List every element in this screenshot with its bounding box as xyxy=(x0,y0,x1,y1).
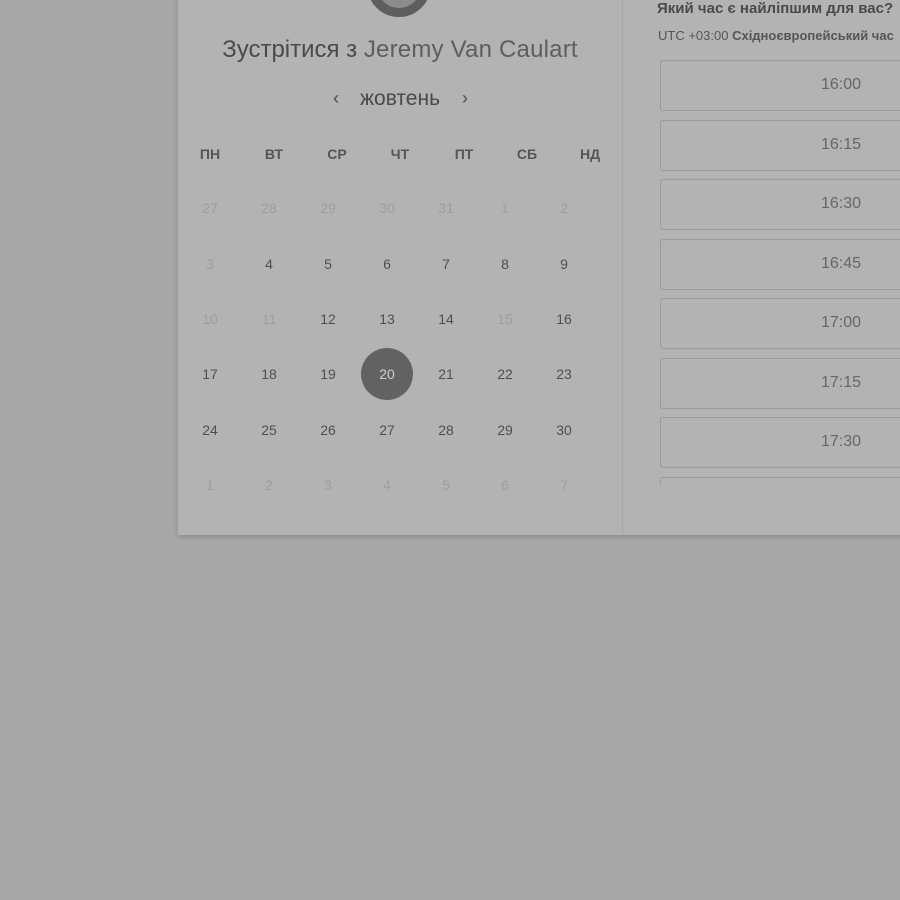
avatar xyxy=(367,0,431,17)
time-slot[interactable]: 17:45 xyxy=(660,476,900,485)
calendar-day[interactable]: 29 xyxy=(479,404,531,456)
calendar-day: 15 xyxy=(497,311,513,327)
title-prefix: Зустрітися з xyxy=(222,36,358,63)
month-label: жовтень xyxy=(359,87,441,110)
calendar-day[interactable]: 9 xyxy=(538,238,590,290)
time-slot-label: 16:45 xyxy=(820,254,862,272)
time-slot-label: 16:30 xyxy=(820,195,862,212)
calendar-day: 3 xyxy=(206,256,214,272)
time-slot-label: 17:00 xyxy=(820,314,862,331)
time-question: Який час є найліпшим для вас? xyxy=(657,0,894,17)
calendar-day[interactable]: 30 xyxy=(538,404,590,456)
calendar-day[interactable]: 23 xyxy=(538,348,590,400)
calendar-day: 3 xyxy=(324,477,332,493)
calendar-day: 31 xyxy=(438,200,454,216)
calendar-day[interactable]: 21 xyxy=(420,348,472,400)
calendar-day: 4 xyxy=(383,477,391,493)
calendar-day: 1 xyxy=(206,477,214,493)
calendar-day[interactable]: 25 xyxy=(243,404,295,456)
calendar-day: 11 xyxy=(261,311,277,327)
page-title: Зустрітися з Jeremy Van Caulart xyxy=(178,36,622,64)
time-slot[interactable]: 16:30 xyxy=(660,179,900,230)
calendar-day: 6 xyxy=(501,477,509,493)
weekday-label: ВТ xyxy=(264,146,284,162)
weekday-label: ЧТ xyxy=(390,146,410,162)
calendar-day[interactable]: 17 xyxy=(184,348,236,400)
timezone-offset: UTC +03:00 xyxy=(658,28,729,43)
chevron-right-icon[interactable]: › xyxy=(455,86,475,112)
time-slot[interactable]: 16:45 xyxy=(660,238,900,290)
calendar-day: 5 xyxy=(442,477,450,493)
calendar-day[interactable]: 14 xyxy=(420,293,472,345)
calendar-day[interactable]: 4 xyxy=(243,238,295,290)
timezone-label[interactable]: UTC +03:00 Східноєвропейський час xyxy=(658,28,894,43)
calendar-day-selected[interactable]: 20 xyxy=(361,348,413,400)
calendar-day: 7 xyxy=(560,477,568,493)
calendar-day: 29 xyxy=(320,200,336,216)
calendar-day[interactable]: 18 xyxy=(243,348,295,400)
weekday-label: ПТ xyxy=(454,146,474,162)
calendar-section: Зустрітися з Jeremy Van Caulart жовтень … xyxy=(178,0,622,535)
calendar-day: 30 xyxy=(379,200,395,216)
time-slot-list[interactable]: 16:00 16:15 16:30 16:45 17:00 17:15 17:30 17:45 xyxy=(660,60,900,485)
timezone-name: Східноєвропейський час xyxy=(732,28,894,43)
calendar-day[interactable]: 24 xyxy=(184,404,236,456)
weekday-label: СБ xyxy=(516,146,538,162)
calendar-day: 27 xyxy=(202,200,218,216)
calendar-day: 28 xyxy=(261,200,277,216)
calendar-day: 1 xyxy=(501,200,509,216)
time-slot-label: 16:00 xyxy=(820,76,862,93)
calendar-day[interactable]: 26 xyxy=(302,404,354,456)
time-section: Який час є найліпшим для вас? UTC +03:00… xyxy=(623,0,900,535)
calendar-day: 10 xyxy=(202,311,218,327)
calendar-day[interactable]: 13 xyxy=(361,293,413,345)
avatar-photo xyxy=(377,0,421,8)
time-slot[interactable]: 17:00 xyxy=(660,298,900,349)
time-slot-label: 17:30 xyxy=(820,433,862,450)
calendar-day: 2 xyxy=(560,200,568,216)
calendar-day[interactable]: 5 xyxy=(302,238,354,290)
time-slot-label: 16:15 xyxy=(820,135,862,153)
time-slot[interactable]: 16:15 xyxy=(660,119,900,171)
calendar-day[interactable]: 8 xyxy=(479,238,531,290)
calendar-day[interactable]: 27 xyxy=(361,404,413,456)
calendar-day[interactable]: 19 xyxy=(302,348,354,400)
calendar-day: 2 xyxy=(265,477,273,493)
chevron-left-icon[interactable]: ‹ xyxy=(326,86,346,112)
time-slot[interactable]: 16:00 xyxy=(660,60,900,111)
weekday-label: ПН xyxy=(199,146,221,162)
time-slot-label: 17:15 xyxy=(820,373,862,391)
calendar-day[interactable]: 22 xyxy=(479,348,531,400)
time-slot[interactable]: 17:30 xyxy=(660,417,900,468)
weekday-label: СР xyxy=(327,146,347,162)
weekday-label: НД xyxy=(579,146,601,162)
calendar-day[interactable]: 7 xyxy=(420,238,472,290)
calendar-day[interactable]: 6 xyxy=(361,238,413,290)
month-navigation: жовтень ‹ › xyxy=(178,86,622,114)
scheduler-panel: Зустрітися з Jeremy Van Caulart жовтень … xyxy=(178,0,900,535)
host-name: Jeremy Van Caulart xyxy=(363,36,578,63)
calendar-day[interactable]: 16 xyxy=(538,293,590,345)
calendar-day[interactable]: 12 xyxy=(302,293,354,345)
calendar-day[interactable]: 28 xyxy=(420,404,472,456)
time-slot[interactable]: 17:15 xyxy=(660,357,900,409)
